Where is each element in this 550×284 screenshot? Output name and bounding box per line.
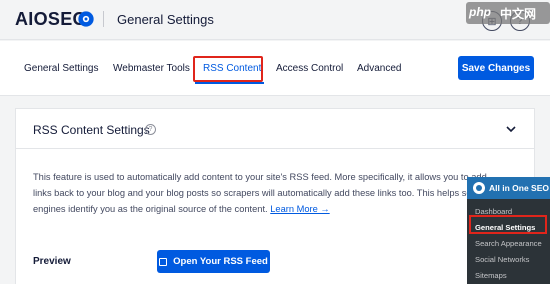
wp-menu-item-sitemaps[interactable]: Sitemaps xyxy=(475,271,507,280)
preview-label: Preview xyxy=(33,256,71,267)
active-tab-indicator xyxy=(195,82,264,84)
menu-highlight-box xyxy=(469,215,547,234)
tab-advanced[interactable]: Advanced xyxy=(357,63,401,74)
wp-menu-item-search-appearance[interactable]: Search Appearance xyxy=(475,239,542,248)
gear-icon xyxy=(78,11,94,27)
chevron-down-icon[interactable] xyxy=(505,123,517,135)
description-text: This feature is used to automatically ad… xyxy=(33,172,490,214)
watermark: php 中文网 xyxy=(466,2,550,24)
tab-highlight-box xyxy=(193,56,263,82)
watermark-text: 中文网 xyxy=(500,7,537,21)
open-rss-feed-button[interactable]: Open Your RSS Feed xyxy=(157,250,270,273)
page-title: General Settings xyxy=(117,12,214,27)
learn-more-link[interactable]: Learn More → xyxy=(270,204,329,214)
open-rss-feed-label: Open Your RSS Feed xyxy=(173,256,268,267)
divider xyxy=(103,11,104,27)
wp-menu-title: All in One SEO xyxy=(489,183,549,193)
top-bar: AIOSEO General Settings ⊞ ? php 中文网 xyxy=(0,0,550,40)
rss-content-card: RSS Content Settings ? This feature is u… xyxy=(15,108,535,284)
save-changes-button[interactable]: Save Changes xyxy=(458,56,534,80)
card-title: RSS Content Settings xyxy=(33,123,150,137)
tab-webmaster-tools[interactable]: Webmaster Tools xyxy=(113,63,190,74)
tab-access-control[interactable]: Access Control xyxy=(276,63,343,74)
watermark-logo: php xyxy=(469,5,491,19)
wp-menu-item-social-networks[interactable]: Social Networks xyxy=(475,255,529,264)
tab-bar: General Settings Webmaster Tools RSS Con… xyxy=(0,41,550,96)
wp-submenu: Dashboard General Settings Search Appear… xyxy=(467,199,550,284)
wp-admin-menu: All in One SEO Dashboard General Setting… xyxy=(467,177,550,284)
wp-menu-header[interactable]: All in One SEO xyxy=(467,177,550,199)
card-header[interactable]: RSS Content Settings ? xyxy=(16,109,534,149)
help-icon[interactable]: ? xyxy=(145,124,156,135)
card-description: This feature is used to automatically ad… xyxy=(33,169,503,217)
tab-general-settings[interactable]: General Settings xyxy=(24,63,99,74)
external-link-icon xyxy=(159,257,168,266)
wordpress-icon xyxy=(473,182,485,194)
